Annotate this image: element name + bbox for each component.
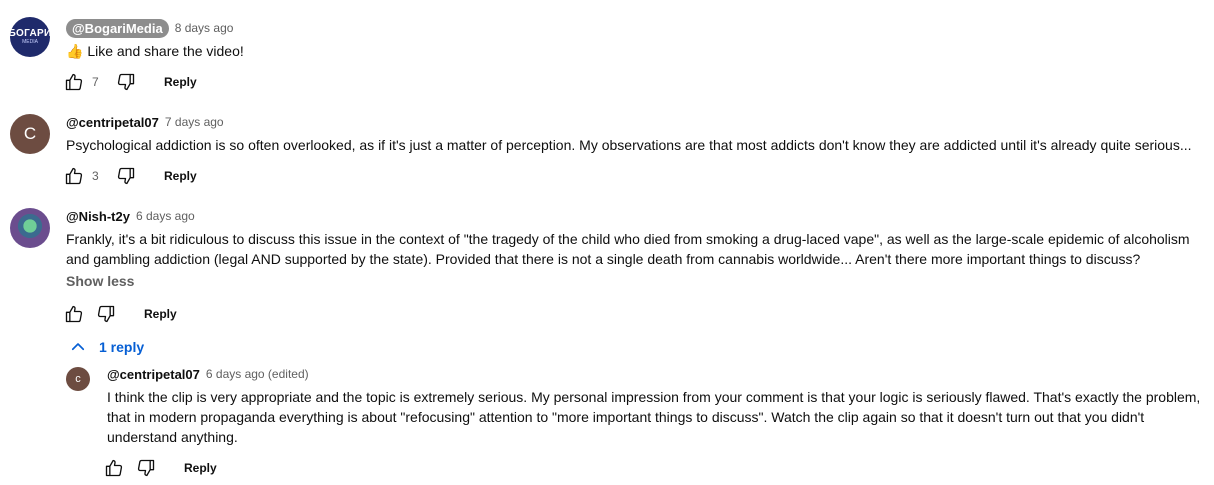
comment-text: 👍 Like and share the video! — [66, 43, 244, 59]
reply-button[interactable]: Reply — [164, 169, 197, 183]
dislike-button[interactable] — [94, 302, 118, 326]
reply-button[interactable]: Reply — [184, 461, 217, 475]
comment-header: @BogariMedia 8 days ago — [66, 18, 233, 38]
thumb-down-icon — [137, 459, 155, 477]
thumb-up-icon — [105, 459, 123, 477]
timestamp[interactable]: 6 days ago (edited) — [206, 367, 309, 381]
thumb-down-icon — [97, 305, 115, 323]
chevron-up-icon — [71, 343, 85, 351]
comment-text: I think the clip is very appropriate and… — [107, 389, 1201, 445]
comment-actions: 7 Reply — [62, 70, 197, 94]
dislike-button[interactable] — [114, 164, 138, 188]
dislike-button[interactable] — [114, 70, 138, 94]
like-count: 3 — [92, 169, 99, 183]
like-button[interactable] — [62, 70, 86, 94]
timestamp[interactable]: 6 days ago — [136, 209, 195, 223]
thumb-up-icon — [65, 73, 83, 91]
timestamp[interactable]: 7 days ago — [165, 115, 224, 129]
like-button[interactable] — [62, 164, 86, 188]
reply-button[interactable]: Reply — [144, 307, 177, 321]
thumb-up-icon — [65, 167, 83, 185]
like-count: 7 — [92, 75, 99, 89]
author-name[interactable]: @Nish-t2y — [66, 209, 130, 224]
like-button[interactable] — [62, 302, 86, 326]
avatar[interactable]: C — [10, 114, 50, 154]
comment-header: @centripetal07 6 days ago (edited) — [107, 364, 309, 384]
thumb-down-icon — [117, 73, 135, 91]
comment-actions: 3 Reply — [62, 164, 197, 188]
avatar[interactable] — [10, 208, 50, 248]
show-less-button[interactable]: Show less — [66, 273, 134, 289]
replies-toggle-button[interactable]: 1 reply — [69, 338, 144, 356]
comment-header: @Nish-t2y 6 days ago — [66, 206, 195, 226]
comment-text: Psychological addiction is so often over… — [66, 137, 1192, 153]
author-name[interactable]: @BogariMedia — [66, 18, 169, 38]
thumb-down-icon — [117, 167, 135, 185]
reply-button[interactable]: Reply — [164, 75, 197, 89]
like-button[interactable] — [102, 456, 126, 480]
comment-header: @centripetal07 7 days ago — [66, 112, 224, 132]
dislike-button[interactable] — [134, 456, 158, 480]
comment-actions: Reply — [102, 456, 217, 480]
comment-actions: Reply — [62, 302, 177, 326]
avatar[interactable]: c — [66, 367, 90, 391]
author-name[interactable]: @centripetal07 — [107, 367, 200, 382]
comment-text: Frankly, it's a bit ridiculous to discus… — [66, 231, 1190, 267]
thumb-up-icon — [65, 305, 83, 323]
replies-count: 1 reply — [99, 339, 145, 355]
author-name[interactable]: @centripetal07 — [66, 115, 159, 130]
avatar[interactable]: БОГАРИ MEDIA — [10, 17, 50, 57]
timestamp[interactable]: 8 days ago — [175, 21, 234, 35]
